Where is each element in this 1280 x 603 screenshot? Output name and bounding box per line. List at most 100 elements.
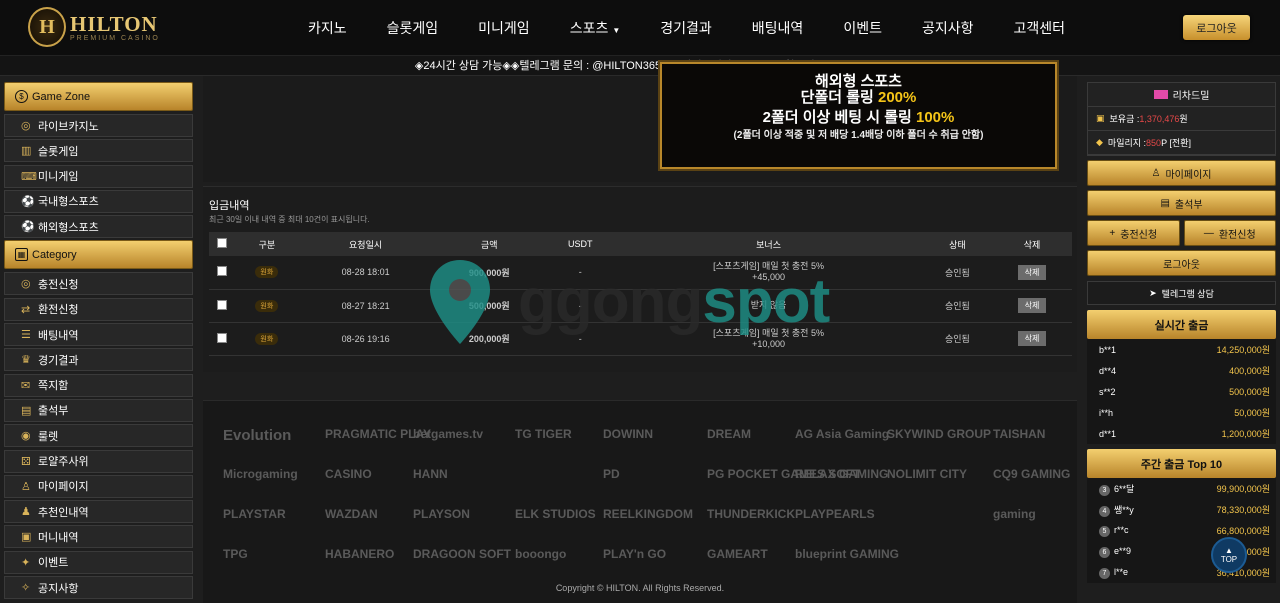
nav-minigame[interactable]: 미니게임	[478, 18, 530, 38]
category-item[interactable]: ☰ 배팅내역	[4, 323, 193, 347]
nav-sports[interactable]: 스포츠 ▼	[570, 18, 621, 38]
col-usdt: USDT	[546, 232, 615, 256]
balance-row: ▣ 보유금 : 1,370,476 원	[1088, 107, 1275, 131]
provider-logo: PLAYPEARLS	[795, 507, 875, 521]
provider-logo: PLAY'n GO	[603, 547, 667, 561]
delete-button[interactable]: 삭제	[1017, 298, 1047, 313]
game-item[interactable]: ⚽ 해외형스포츠	[4, 215, 193, 239]
col-delete: 삭제	[991, 232, 1072, 256]
category-item[interactable]: ⇄ 환전신청	[4, 297, 193, 321]
game-item[interactable]: ◎ 라이브카지노	[4, 114, 193, 137]
provider-logo: REELKINGDOM	[603, 507, 693, 521]
select-all-checkbox[interactable]	[217, 238, 227, 248]
provider-logo: HABANERO	[325, 547, 395, 561]
row-status: 승인됨	[922, 322, 992, 356]
row-status: 승인됨	[922, 256, 992, 290]
rank-number: 6	[1099, 546, 1110, 558]
list-item: b**1 14,250,000원	[1087, 339, 1276, 360]
provider-logo: booongo	[515, 547, 567, 561]
provider-logo: PD	[603, 467, 620, 481]
scroll-top-button[interactable]: ▲ TOP	[1211, 537, 1247, 573]
provider-logo: RELAX GAMING	[795, 467, 889, 481]
nav-casino[interactable]: 카지노	[308, 18, 347, 38]
row-checkbox[interactable]	[217, 266, 227, 277]
rank-value: 50,000원	[1234, 408, 1270, 418]
row-checkbox[interactable]	[217, 299, 227, 310]
menu-label: 쪽지함	[38, 380, 69, 393]
copyright: Copyright © HILTON. All Rights Reserved.	[555, 583, 725, 593]
category-item[interactable]: ▣ 머니내역	[4, 525, 193, 549]
exchange-icon: ⇄	[21, 303, 31, 316]
nav-notice[interactable]: 공지사항	[922, 18, 974, 38]
users-icon: ♟	[21, 506, 31, 519]
row-date: 08-26 19:16	[298, 322, 433, 356]
row-status: 승인됨	[922, 289, 992, 323]
logo[interactable]: H HILTON PREMIUM CASINO	[28, 7, 160, 47]
game-item[interactable]: ▥ 슬롯게임	[4, 139, 193, 163]
type-badge: 원화	[255, 266, 279, 279]
category-item[interactable]: ✦ 이벤트	[4, 550, 193, 574]
nav-support[interactable]: 고객센터	[1014, 18, 1066, 38]
category-item[interactable]: ▤ 출석부	[4, 398, 193, 422]
rank-value: 78,330,000원	[1216, 505, 1270, 515]
row-checkbox[interactable]	[217, 332, 227, 343]
telegram-button[interactable]: ➤ 텔레그램 상담	[1087, 281, 1276, 305]
banner-line3: 2폴더 이상 베팅 시 롤링 100%	[762, 109, 955, 126]
gift-icon: ✦	[21, 556, 31, 569]
game-item[interactable]: ⚽ 국내형스포츠	[4, 189, 193, 213]
deposit-history: 입금내역 최근 30일 이내 내역 중 최대 10건이 표시됩니다. 구분 요청…	[203, 186, 1077, 372]
rank-user: d**1	[1099, 428, 1117, 439]
category-item[interactable]: ♟ 추천인내역	[4, 500, 193, 524]
rank-number: 5	[1099, 525, 1110, 537]
row-usdt: -	[546, 256, 615, 290]
slot-icon: ▥	[21, 145, 32, 158]
nav-bets[interactable]: 배팅내역	[752, 18, 804, 38]
category-item[interactable]: ✉ 쪽지함	[4, 373, 193, 397]
provider-logo: GAMEART	[707, 547, 768, 561]
game-item[interactable]: ⌨ 미니게임	[4, 164, 193, 188]
category-item[interactable]: ◉ 룰렛	[4, 424, 193, 448]
mileage-value: 850	[1146, 137, 1162, 148]
delete-button[interactable]: 삭제	[1017, 264, 1047, 280]
provider-logo: Microgaming	[223, 467, 298, 481]
category-item[interactable]: ⚄ 로얄주사위	[4, 449, 193, 473]
category-item[interactable]: ◎ 충전신청	[4, 272, 193, 296]
provider-logo: ELK STUDIOS	[515, 507, 596, 521]
logo-badge: H	[28, 7, 66, 47]
rank-user: r**c	[1114, 524, 1129, 535]
menu-label: 경기결과	[38, 354, 79, 367]
rank-user: s**2	[1099, 386, 1116, 397]
deposit-subtitle: 최근 30일 이내 내역 중 최대 10건이 표시됩니다.	[209, 215, 370, 224]
weekly-top-title: 주간 출금 Top 10	[1087, 449, 1276, 478]
rank-user: b**1	[1099, 344, 1117, 355]
provider-logo: AG Asia Gaming	[795, 427, 890, 441]
mileage-row[interactable]: ◆ 마일리지 : 850 P [전환]	[1088, 131, 1275, 155]
category-item[interactable]: ✧ 공지사항	[4, 576, 193, 600]
nav-slot[interactable]: 슬롯게임	[387, 18, 439, 38]
logout-button-top[interactable]: 로그아웃	[1183, 15, 1250, 40]
category-item[interactable]: ♛ 경기결과	[4, 348, 193, 372]
logout-button[interactable]: 로그아웃	[1087, 250, 1276, 276]
type-badge: 원화	[255, 299, 279, 312]
charge-button[interactable]: + 충전신청	[1087, 220, 1180, 246]
provider-logo: Evolution	[223, 427, 292, 444]
row-amount: 200,000원	[432, 322, 547, 356]
balance-value: 1,370,476	[1139, 113, 1180, 124]
nav-events[interactable]: 이벤트	[843, 18, 882, 38]
left-sidebar: $ Game Zone ◎ 라이브카지노 ▥ 슬롯게임 ⌨ 미니게임 ⚽ 국내형스포츠 ⚽ 해외형스…	[4, 82, 193, 601]
chevron-up-icon: ▲	[1225, 546, 1233, 555]
nav-sports-label: 스포츠	[569, 20, 609, 36]
trophy-icon: ♛	[21, 354, 31, 367]
user-icon: ♙	[21, 480, 31, 493]
attendance-button[interactable]: ▤ 출석부	[1087, 190, 1276, 216]
delete-button[interactable]: 삭제	[1017, 331, 1047, 346]
menu-label: 룰렛	[38, 430, 59, 443]
category-item[interactable]: ♙ 마이페이지	[4, 474, 193, 498]
nav-results[interactable]: 경기결과	[660, 18, 712, 38]
exchange-button[interactable]: — 환전신청	[1183, 220, 1276, 246]
row-bonus: 받지 않음	[614, 289, 923, 323]
row-date: 08-28 18:01	[298, 256, 433, 290]
main-nav: 카지노 슬롯게임 미니게임 스포츠 ▼ 경기결과 배팅내역 이벤트 공지사항 고객…	[288, 0, 1085, 56]
list-item: 7 l**e 36,410,000원	[1087, 562, 1276, 583]
mypage-button[interactable]: ♙ 마이페이지	[1087, 160, 1276, 186]
